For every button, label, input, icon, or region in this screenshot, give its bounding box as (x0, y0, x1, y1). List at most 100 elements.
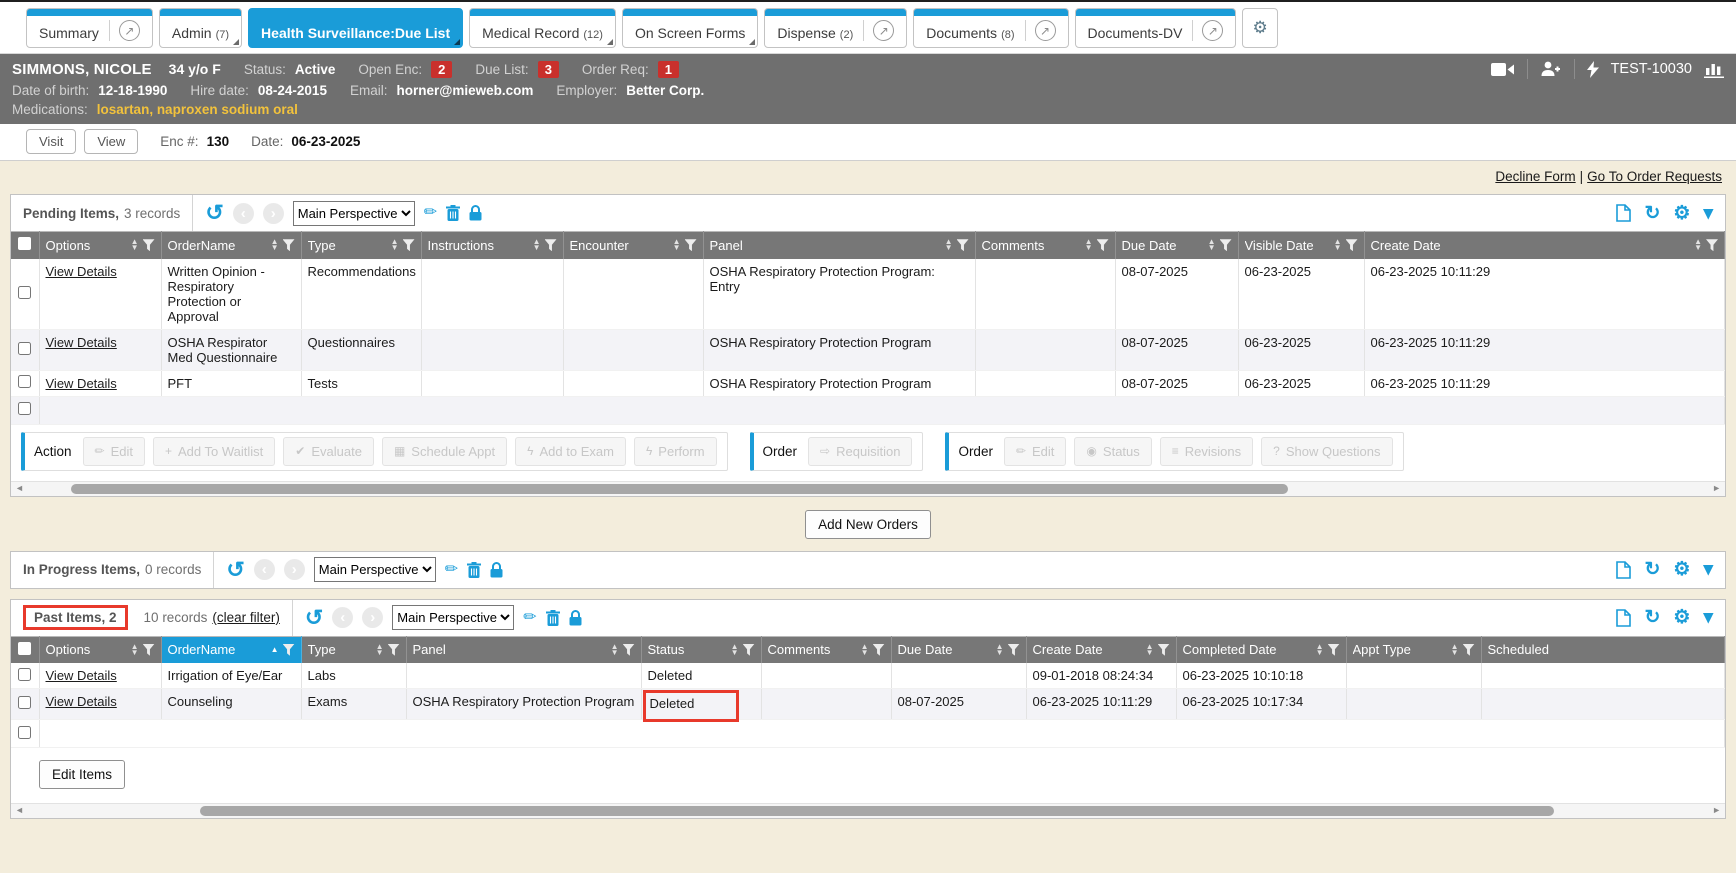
new-document-icon[interactable] (1616, 561, 1631, 579)
sort-icon[interactable]: ▲▼ (1694, 239, 1702, 251)
row-checkbox[interactable] (18, 668, 31, 681)
view-details-link[interactable]: View Details (46, 694, 117, 709)
next-icon[interactable]: › (284, 559, 305, 580)
revisions-button[interactable]: ≡Revisions (1160, 437, 1253, 466)
visit-button[interactable]: Visit (26, 129, 76, 154)
collapse-chevron-icon[interactable]: ▾ (1703, 204, 1713, 223)
filter-icon[interactable] (743, 644, 755, 656)
medications-value[interactable]: losartan, naproxen sodium oral (97, 102, 298, 117)
lightning-icon[interactable] (1587, 61, 1599, 78)
filter-icon[interactable] (1220, 239, 1232, 251)
edit-items-button[interactable]: Edit Items (39, 760, 125, 789)
undo-icon[interactable]: ↺ (205, 202, 223, 224)
scroll-left-icon[interactable]: ◄ (15, 483, 24, 493)
undo-icon[interactable]: ↺ (226, 559, 244, 581)
sort-icon[interactable]: ▲▼ (996, 644, 1004, 656)
lock-icon[interactable] (469, 205, 482, 221)
trash-icon[interactable] (546, 610, 560, 626)
sort-asc-icon[interactable]: ▲ (271, 647, 279, 653)
filter-icon[interactable] (1097, 239, 1109, 251)
select-all-checkbox[interactable] (18, 237, 31, 250)
gear-icon[interactable]: ⚙ (1673, 204, 1690, 223)
trash-icon[interactable] (467, 562, 481, 578)
row-checkbox[interactable] (18, 402, 31, 415)
perform-button[interactable]: ϟPerform (634, 437, 717, 466)
sort-icon[interactable]: ▲▼ (1085, 239, 1093, 251)
collapse-chevron-icon[interactable]: ▾ (1703, 560, 1713, 579)
refresh-icon[interactable]: ↻ (1644, 608, 1660, 627)
bar-chart-icon[interactable] (1704, 61, 1724, 78)
view-details-link[interactable]: View Details (46, 668, 117, 683)
requisition-button[interactable]: ⇨Requisition (808, 437, 912, 466)
filter-icon[interactable] (1706, 239, 1718, 251)
filter-icon[interactable] (283, 644, 295, 656)
edit-pencil-icon[interactable]: ✏ (445, 562, 458, 578)
filter-icon[interactable] (1328, 644, 1340, 656)
gear-icon[interactable]: ⚙ (1673, 560, 1690, 579)
order-req-badge[interactable]: 1 (658, 61, 679, 78)
tab-documents-dv[interactable]: Documents-DV ↗ (1075, 8, 1237, 48)
lock-icon[interactable] (569, 610, 582, 626)
edit-pencil-icon[interactable]: ✏ (424, 205, 437, 221)
sort-icon[interactable]: ▲▼ (131, 239, 139, 251)
filter-icon[interactable] (1158, 644, 1170, 656)
in-progress-perspective-select[interactable]: Main Perspective (314, 557, 436, 582)
prev-icon[interactable]: ‹ (254, 559, 275, 580)
scroll-right-icon[interactable]: ► (1712, 805, 1721, 815)
sort-icon[interactable]: ▲▼ (376, 644, 384, 656)
row-checkbox[interactable] (18, 696, 31, 709)
tab-health-surveillance[interactable]: Health Surveillance:Due List (248, 8, 463, 48)
sort-icon[interactable]: ▲▼ (611, 644, 619, 656)
add-to-waitlist-button[interactable]: +Add To Waitlist (153, 437, 275, 466)
tab-documents-dv-external[interactable]: ↗ (1192, 20, 1223, 41)
sort-icon[interactable]: ▲▼ (391, 239, 399, 251)
scrollbar-thumb[interactable] (200, 806, 1554, 816)
decline-form-link[interactable]: Decline Form (1495, 169, 1575, 184)
row-checkbox[interactable] (18, 375, 31, 388)
filter-icon[interactable] (685, 239, 697, 251)
trash-icon[interactable] (446, 205, 460, 221)
sort-icon[interactable]: ▲▼ (945, 239, 953, 251)
filter-icon[interactable] (283, 239, 295, 251)
scroll-left-icon[interactable]: ◄ (15, 805, 24, 815)
next-icon[interactable]: › (263, 203, 284, 224)
filter-icon[interactable] (1346, 239, 1358, 251)
open-enc-badge[interactable]: 2 (431, 61, 452, 78)
tab-on-screen-forms[interactable]: On Screen Forms (622, 8, 758, 48)
undo-icon[interactable]: ↺ (305, 607, 323, 629)
filter-icon[interactable] (873, 644, 885, 656)
tab-documents[interactable]: Documents (8) ↗ (913, 8, 1068, 48)
sort-icon[interactable]: ▲▼ (673, 239, 681, 251)
view-details-link[interactable]: View Details (46, 264, 117, 279)
view-details-link[interactable]: View Details (46, 376, 117, 391)
refresh-icon[interactable]: ↻ (1644, 560, 1660, 579)
sort-icon[interactable]: ▲▼ (131, 644, 139, 656)
lock-icon[interactable] (490, 562, 503, 578)
refresh-icon[interactable]: ↻ (1644, 204, 1660, 223)
sort-icon[interactable]: ▲▼ (731, 644, 739, 656)
select-all-checkbox[interactable] (18, 642, 31, 655)
scroll-right-icon[interactable]: ► (1712, 483, 1721, 493)
tab-settings-button[interactable]: ⚙ (1242, 8, 1277, 48)
tab-medical-record[interactable]: Medical Record (12) (469, 8, 616, 48)
pending-perspective-select[interactable]: Main Perspective (293, 201, 415, 226)
row-checkbox[interactable] (18, 342, 31, 355)
order-edit-button[interactable]: ✏Edit (1004, 437, 1066, 466)
sort-icon[interactable]: ▲▼ (271, 239, 279, 251)
past-perspective-select[interactable]: Main Perspective (392, 605, 514, 630)
sort-icon[interactable]: ▲▼ (1146, 644, 1154, 656)
go-to-order-requests-link[interactable]: Go To Order Requests (1587, 169, 1722, 184)
filter-icon[interactable] (545, 239, 557, 251)
filter-icon[interactable] (403, 239, 415, 251)
sort-icon[interactable]: ▲▼ (1316, 644, 1324, 656)
video-camera-icon[interactable] (1491, 62, 1515, 77)
new-document-icon[interactable] (1616, 609, 1631, 627)
filter-icon[interactable] (623, 644, 635, 656)
add-person-icon[interactable] (1540, 61, 1562, 77)
edit-pencil-icon[interactable]: ✏ (523, 610, 536, 626)
sort-icon[interactable]: ▲▼ (533, 239, 541, 251)
add-to-exam-button[interactable]: ϟAdd to Exam (515, 437, 626, 466)
show-questions-button[interactable]: ?Show Questions (1261, 437, 1392, 466)
tab-documents-external[interactable]: ↗ (1025, 20, 1056, 41)
row-checkbox[interactable] (18, 286, 31, 299)
